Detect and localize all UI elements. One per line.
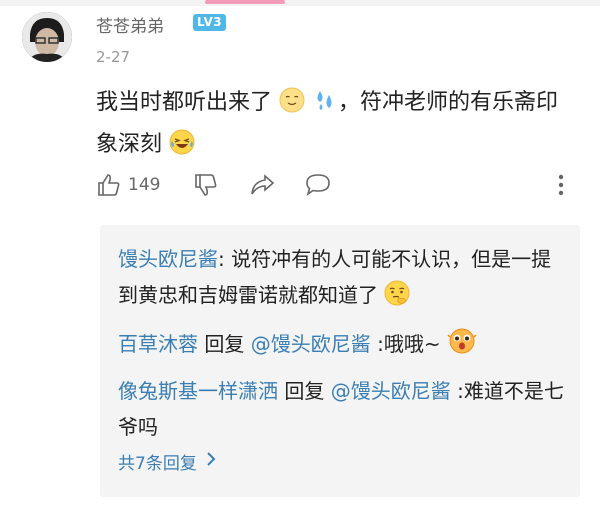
reply-separator: : <box>218 247 232 271</box>
more-replies-label: 共7条回复 <box>118 454 197 474</box>
scroll-indicator <box>205 0 285 4</box>
reply-item[interactable]: 馒头欧尼酱: 说符冲有的人可能不认识，但是一提到黄忠和吉姆雷诺就都知道了 <box>118 241 568 317</box>
like-button[interactable]: 149 <box>96 172 160 198</box>
share-icon <box>248 172 276 198</box>
thumb-up-icon <box>96 172 122 198</box>
reply-word: 回复 <box>278 379 331 403</box>
laughing-tears-emoji-icon <box>169 129 195 168</box>
reply-author[interactable]: 百草沐蓉 <box>118 332 198 356</box>
reply-target[interactable]: @馒头欧尼酱 <box>251 332 371 356</box>
reply-text: :哦哦~ <box>370 332 441 356</box>
reply-author[interactable]: 馒头欧尼酱 <box>118 247 218 271</box>
dislike-button[interactable] <box>193 172 219 198</box>
like-count: 149 <box>128 175 161 195</box>
reply-target[interactable]: @馒头欧尼酱 <box>331 379 451 403</box>
sweat-drops-icon <box>312 87 338 126</box>
reply-button[interactable] <box>304 172 332 198</box>
avatar-image <box>22 12 72 62</box>
more-vertical-icon <box>556 172 566 198</box>
reply-author[interactable]: 像兔斯基一样潇洒 <box>118 379 278 403</box>
comment-text-part1: 我当时都听出来了 <box>96 90 273 115</box>
chevron-right-icon <box>205 451 217 472</box>
comment-content: 我当时都听出来了 ，符冲老师的有乐斋印象深刻 <box>96 84 576 168</box>
comment-username[interactable]: 苍苍弟弟 <box>96 12 164 37</box>
thinking-emoji-icon <box>384 280 410 317</box>
comment-actions-bar: 149 <box>96 172 586 202</box>
level-badge: LV3 <box>193 14 227 31</box>
surprised-emoji-icon <box>447 325 477 366</box>
replies-panel: 馒头欧尼酱: 说符冲有的人可能不认识，但是一提到黄忠和吉姆雷诺就都知道了 百草沐… <box>100 225 580 497</box>
reply-word: 回复 <box>198 332 251 356</box>
comment-date: 2-27 <box>96 48 131 66</box>
share-button[interactable] <box>248 172 276 198</box>
more-replies-link[interactable]: 共7条回复 <box>118 449 217 474</box>
more-options-button[interactable] <box>556 172 566 198</box>
comment-icon <box>304 172 332 198</box>
reply-item[interactable]: 百草沐蓉 回复 @馒头欧尼酱 :哦哦~ <box>118 325 568 366</box>
reply-item[interactable]: 像兔斯基一样潇洒 回复 @馒头欧尼酱 :难道不是七爷吗 <box>118 373 568 445</box>
smile-emoji-icon <box>279 87 305 126</box>
top-accent-bar <box>0 0 600 6</box>
avatar[interactable] <box>22 12 72 62</box>
thumb-down-icon <box>193 172 219 198</box>
